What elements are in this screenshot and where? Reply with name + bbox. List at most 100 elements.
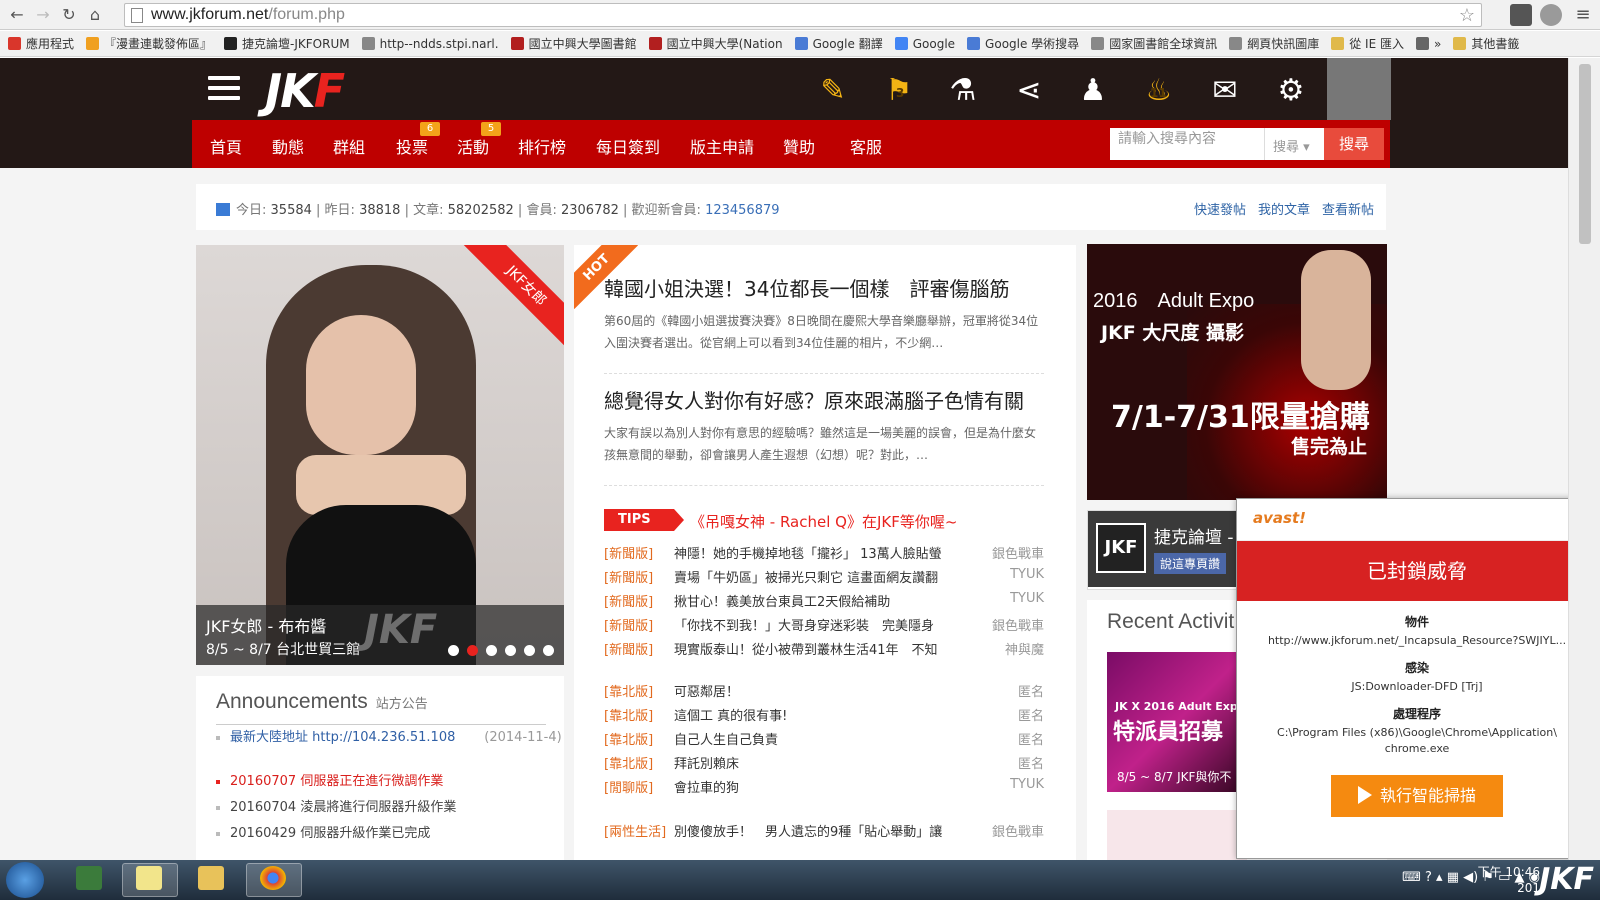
hamburger-menu-icon[interactable] xyxy=(208,76,240,102)
forward-button[interactable]: → xyxy=(30,2,56,28)
announcement-item[interactable]: 20160704 淩晨將進行伺服器升級作業 xyxy=(216,796,456,815)
post-row[interactable]: [閒聊版] 會拉車的狗 TYUK xyxy=(604,777,1044,796)
post-row[interactable]: [新聞版] 現實版泰山！從小被帶到叢林生活41年 不知 神與魔 xyxy=(604,639,1044,658)
bookmark-item[interactable]: 網頁快訊圖庫 xyxy=(1229,35,1319,52)
search-button[interactable]: 搜尋 xyxy=(1324,128,1384,160)
new-posts-link[interactable]: 查看新帖 xyxy=(1322,203,1374,218)
edit-icon[interactable]: ✎ xyxy=(814,72,852,108)
post-author[interactable]: 銀色戰車 xyxy=(992,543,1044,562)
bookmark-item[interactable]: » xyxy=(1415,37,1441,51)
post-author[interactable]: 匿名 xyxy=(1018,705,1044,724)
my-posts-link[interactable]: 我的文章 xyxy=(1258,203,1310,218)
bookmark-item[interactable]: 其他書籤 xyxy=(1453,35,1519,52)
post-category[interactable]: [新聞版] xyxy=(604,615,674,634)
post-author[interactable]: 銀色戰車 xyxy=(992,821,1044,840)
post-row[interactable]: [新聞版] 「你找不到我！」大哥身穿迷彩裝 完美隱身 銀色戰車 xyxy=(604,615,1044,634)
bookmark-item[interactable]: 國立中興大學(Nation xyxy=(648,35,783,52)
nav-item[interactable]: 動態 xyxy=(272,134,304,158)
post-author[interactable]: TYUK xyxy=(1010,777,1044,792)
post-category[interactable]: [新聞版] xyxy=(604,543,674,562)
page-scrollbar[interactable] xyxy=(1568,58,1600,860)
new-member-link[interactable]: 123456879 xyxy=(705,203,779,218)
clock[interactable]: 下午 10:46 201 xyxy=(1478,864,1540,896)
post-title[interactable]: 會拉車的狗 xyxy=(674,781,739,796)
post-category[interactable]: [靠北版] xyxy=(604,705,674,724)
nav-item[interactable]: 客服 xyxy=(850,134,882,158)
bookmark-item[interactable]: Google 翻譯 xyxy=(794,35,883,52)
recent-activity-thumb[interactable] xyxy=(1107,810,1247,860)
post-author[interactable]: 匿名 xyxy=(1018,729,1044,748)
nav-item[interactable]: 活動 xyxy=(457,134,489,158)
post-row[interactable]: [新聞版] 揪甘心！義美放台東員工2天假給補助 TYUK xyxy=(604,591,1044,610)
taskbar-app-icon[interactable] xyxy=(76,866,102,890)
site-logo[interactable]: JKF xyxy=(265,64,345,118)
post-title[interactable]: 自己人生自己負責 xyxy=(674,733,778,748)
post-title[interactable]: 可惡鄰居！ xyxy=(674,685,739,700)
post-title[interactable]: 揪甘心！義美放台東員工2天假給補助 xyxy=(674,595,890,610)
post-title[interactable]: 現實版泰山！從小被帶到叢林生活41年 不知 xyxy=(674,643,938,658)
announcement-item[interactable]: 20160429 伺服器升級作業已完成 xyxy=(216,822,430,841)
post-author[interactable]: 銀色戰車 xyxy=(992,615,1044,634)
smart-scan-button[interactable]: 執行智能掃描 xyxy=(1331,775,1503,817)
extension-icon-1[interactable] xyxy=(1510,4,1532,26)
extension-icon-2[interactable] xyxy=(1540,4,1562,26)
post-row[interactable]: [靠北版] 這個工 真的很有事! 匿名 xyxy=(604,705,1044,724)
announcement-link[interactable]: http://104.236.51.108 xyxy=(312,730,455,745)
post-category[interactable]: [兩性生活] xyxy=(604,821,674,840)
user-icon[interactable]: ♟ xyxy=(1074,72,1112,108)
facebook-like-button[interactable]: 說這專頁讚 xyxy=(1154,553,1227,574)
reload-button[interactable]: ↻ xyxy=(56,2,82,28)
post-row[interactable]: [靠北版] 可惡鄰居！ 匿名 xyxy=(604,681,1044,700)
article-item[interactable]: 韓國小姐決選！34位都長一個樣 評審傷腦筋 第60屆的《韓國小姐選拔賽決賽》8日… xyxy=(604,273,1044,354)
post-author[interactable]: TYUK xyxy=(1010,591,1044,606)
article-title[interactable]: 韓國小姐決選！34位都長一個樣 評審傷腦筋 xyxy=(604,273,1044,302)
search-input[interactable]: 請輸入搜尋內容 xyxy=(1110,128,1264,160)
bookmark-item[interactable]: 國家圖書館全球資訊 xyxy=(1091,35,1217,52)
scrollbar-thumb[interactable] xyxy=(1579,64,1591,244)
bookmark-item[interactable]: 從 IE 匯入 xyxy=(1331,35,1404,52)
post-author[interactable]: 匿名 xyxy=(1018,681,1044,700)
post-author[interactable]: 神與魔 xyxy=(1005,639,1044,658)
post-author[interactable]: TYUK xyxy=(1010,567,1044,582)
bookmark-item[interactable]: http--ndds.stpi.narl. xyxy=(361,37,499,51)
post-category[interactable]: [閒聊版] xyxy=(604,777,674,796)
menu-icon[interactable]: ≡ xyxy=(1572,4,1594,26)
post-title[interactable]: 拜託別賴床 xyxy=(674,757,739,772)
featured-slider[interactable]: JKF女郎 JKF JKF女郎 - 布布醬 8/5 ~ 8/7 台北世貿三館 xyxy=(196,245,564,665)
slider-dot[interactable] xyxy=(524,645,535,656)
post-title[interactable]: 這個工 真的很有事! xyxy=(674,709,787,724)
post-category[interactable]: [新聞版] xyxy=(604,591,674,610)
back-button[interactable]: ← xyxy=(4,2,30,28)
nav-item[interactable]: 排行榜 xyxy=(518,134,566,158)
post-title[interactable]: 賣場「牛奶區」被掃光只剩它 這畫面網友讚翻 xyxy=(674,571,938,586)
bookmark-item[interactable]: Google 學術搜尋 xyxy=(967,35,1079,52)
address-bar[interactable]: www.jkforum.net/forum.php ☆ xyxy=(124,3,1482,27)
mail-icon[interactable]: ✉ xyxy=(1206,72,1244,108)
slider-dot[interactable] xyxy=(486,645,497,656)
bookmark-item[interactable]: 應用程式 xyxy=(8,35,74,52)
article-item[interactable]: 總覺得女人對你有好感？原來跟滿腦子色情有關 大家有誤以為別人對你有意思的經驗嗎？… xyxy=(604,385,1044,466)
post-author[interactable]: 匿名 xyxy=(1018,753,1044,772)
share-icon[interactable]: ⋖ xyxy=(1010,72,1048,108)
slider-dot[interactable] xyxy=(543,645,554,656)
announcement-item[interactable]: 最新大陸地址 http://104.236.51.108 (2014-11-4) xyxy=(216,726,562,745)
recent-activity-thumb[interactable]: JK X 2016 Adult Expo 特派員招募 8/5 ~ 8/7 JKF… xyxy=(1107,652,1247,792)
bookmark-star-icon[interactable]: ☆ xyxy=(1459,5,1475,26)
facebook-page-name[interactable]: 捷克論壇 - xyxy=(1154,523,1234,548)
search-type-select[interactable]: 搜尋 ▾ xyxy=(1264,128,1324,160)
nav-item[interactable]: 首頁 xyxy=(210,134,242,158)
slider-caption[interactable]: JKF JKF女郎 - 布布醬 8/5 ~ 8/7 台北世貿三館 xyxy=(196,605,564,665)
nav-item[interactable]: 投票 xyxy=(396,134,428,158)
nav-item[interactable]: 贊助 xyxy=(783,134,815,158)
quick-post-link[interactable]: 快速發帖 xyxy=(1194,203,1246,218)
post-row[interactable]: [靠北版] 拜託別賴床 匿名 xyxy=(604,753,1044,772)
post-title[interactable]: 神隱！她的手機掉地毯「攏衫」 13萬人臉貼螢 xyxy=(674,547,942,562)
home-button[interactable]: ⌂ xyxy=(82,2,108,28)
announcement-item[interactable]: 20160707 伺服器正在進行微調作業 xyxy=(216,770,443,789)
post-category[interactable]: [靠北版] xyxy=(604,753,674,772)
post-category[interactable]: [新聞版] xyxy=(604,567,674,586)
post-title[interactable]: 「你找不到我！」大哥身穿迷彩裝 完美隱身 xyxy=(674,619,934,634)
post-title[interactable]: 別傻傻放手！ 男人遺忘的9種「貼心舉動」讓 xyxy=(674,825,942,840)
avatar[interactable] xyxy=(1327,58,1391,120)
expo-ad-banner[interactable]: 2016 Adult Expo JKF 大尺度 攝影 7/1-7/31限量搶購 … xyxy=(1087,244,1387,500)
